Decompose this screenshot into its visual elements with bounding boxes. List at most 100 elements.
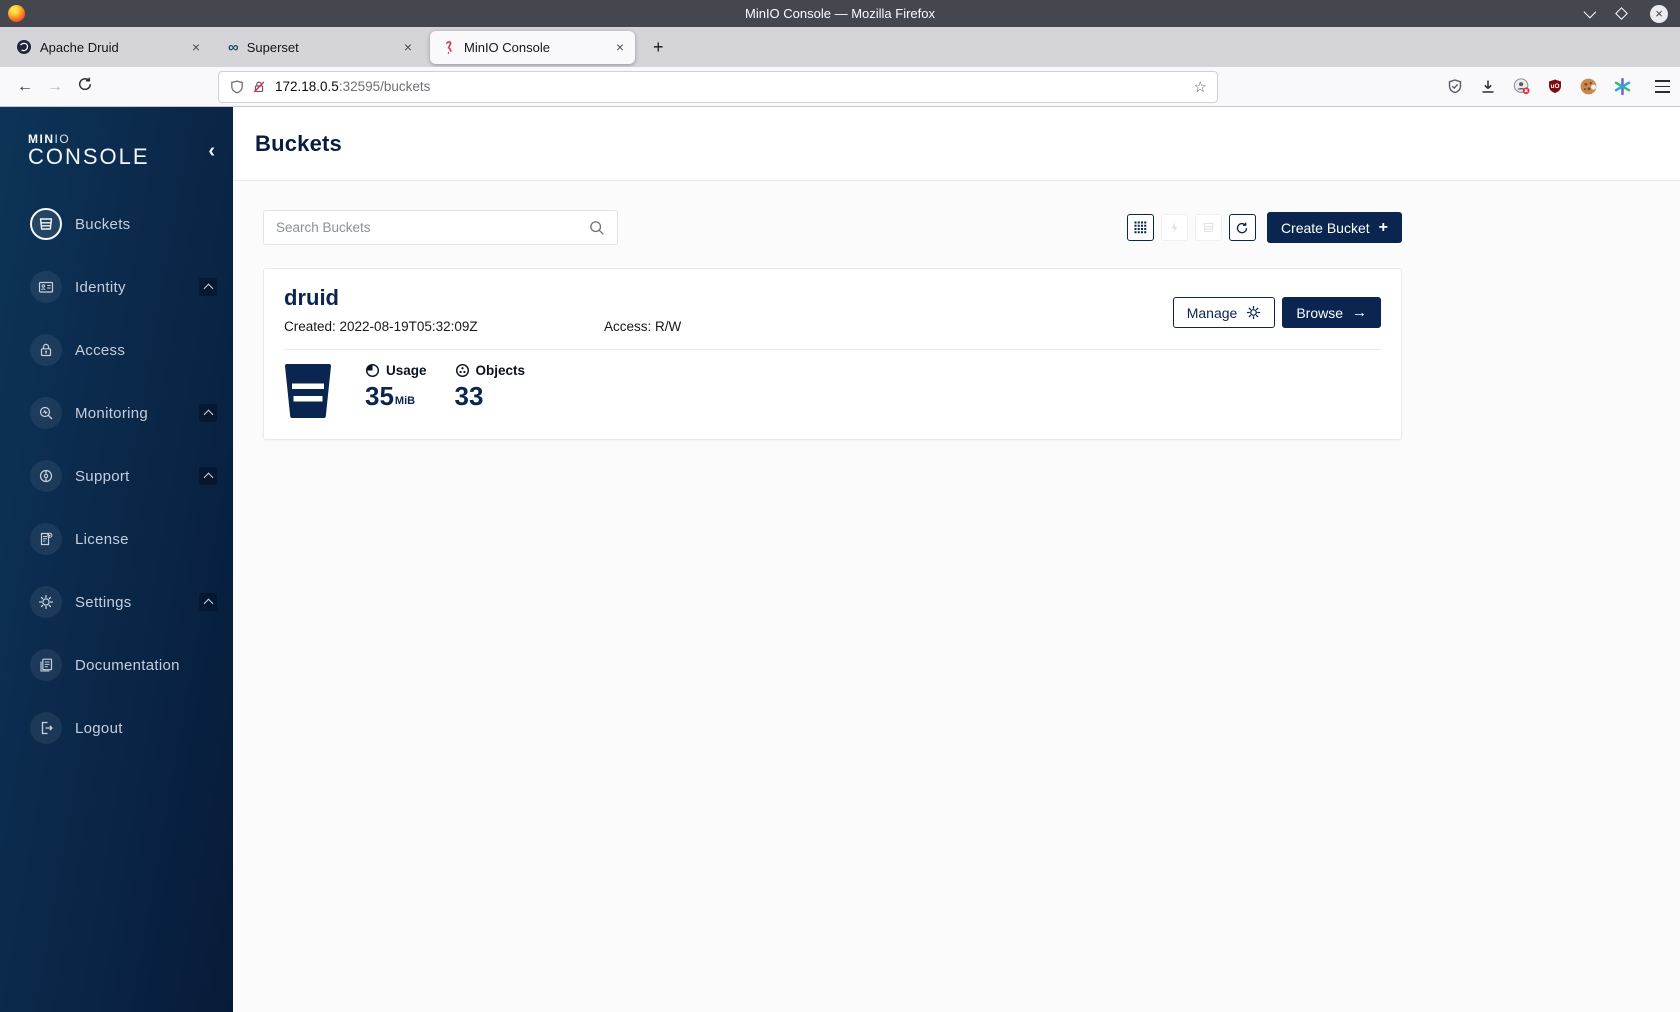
plus-icon: + [1378, 218, 1388, 236]
sidebar-item-license[interactable]: License [0, 516, 233, 562]
create-bucket-button[interactable]: Create Bucket + [1266, 212, 1402, 243]
refresh-icon [1237, 222, 1248, 233]
sidebar-item-label: Access [75, 341, 126, 359]
sidebar-item-monitoring[interactable]: Monitoring [0, 390, 233, 436]
druid-icon [17, 40, 31, 54]
sidebar-menu: Buckets Identity Access Monitoring Suppo… [0, 201, 233, 842]
documentation-pages-icon [30, 649, 62, 682]
license-document-icon [30, 523, 62, 556]
arrow-right-icon: → [1352, 304, 1367, 321]
create-bucket-label: Create Bucket [1280, 219, 1370, 236]
browser-navbar: ← → 172.18.0.5 :32595/buckets ☆ uO [0, 67, 1680, 107]
tab-label: MinIO Console [464, 39, 550, 55]
gear-icon [1247, 305, 1261, 320]
sidebar-item-label: Logout [75, 719, 123, 737]
sidebar-item-label: Documentation [75, 656, 180, 674]
sidebar-item-access[interactable]: Access [0, 327, 233, 373]
manage-label: Manage [1186, 304, 1238, 321]
sidebar-item-support[interactable]: Support [0, 453, 233, 499]
usage-metric: Usage 35 MiB [365, 363, 427, 409]
flamingo-icon [445, 41, 452, 55]
sidebar-item-label: Identity [75, 278, 126, 296]
tab-label: Superset [246, 39, 299, 55]
objects-metric: Objects 33 [455, 363, 526, 409]
window-maximize-icon[interactable] [1615, 7, 1628, 20]
usage-label: Usage [386, 363, 427, 378]
usage-unit: MiB [394, 395, 416, 407]
page-content: Create Bucket + druid Created: 2022-08-1… [233, 181, 1680, 440]
bucket-access: Access: R/W [604, 319, 682, 334]
back-button[interactable]: ← [10, 78, 40, 96]
downloads-icon[interactable] [1479, 78, 1497, 96]
sidebar-item-label: Buckets [75, 215, 131, 233]
tab-minio-console[interactable]: MinIO Console × [430, 30, 635, 64]
tab-close-icon[interactable]: × [189, 39, 203, 55]
buckets-toolbar: Create Bucket + [263, 210, 1402, 245]
browse-button[interactable]: Browse → [1282, 297, 1381, 328]
usage-value: 35 [365, 381, 394, 411]
sidebar-item-settings[interactable]: Settings [0, 579, 233, 625]
main-area: Buckets Search Buckets Create Bucket + d… [233, 107, 1680, 1012]
url-host: 172.18.0.5 [275, 79, 339, 94]
bucket-created: Created: 2022-08-19T05:32:09Z [284, 319, 478, 334]
sidebar-item-logout[interactable]: Logout [0, 705, 233, 751]
sidebar-collapse-icon[interactable]: ‹ [208, 141, 215, 161]
window-minimize-icon[interactable] [1583, 5, 1597, 19]
bookmark-star-icon[interactable]: ☆ [1194, 78, 1207, 96]
usage-pie-icon [365, 363, 380, 378]
sidebar: MINIO CONSOLE ‹ Buckets Identity Access … [0, 107, 233, 1012]
lock-icon [30, 334, 62, 367]
manage-button[interactable]: Manage [1172, 297, 1276, 328]
new-tab-button[interactable]: + [645, 35, 672, 60]
chevron-up-icon[interactable] [199, 278, 217, 297]
window-close-button[interactable]: × [1650, 4, 1668, 23]
bulk-select-button [1160, 214, 1188, 241]
sidebar-item-label: Settings [75, 593, 132, 611]
objects-label: Objects [475, 363, 526, 378]
card-divider [284, 349, 1381, 350]
window-title: MinIO Console — Mozilla Firefox [745, 6, 935, 21]
sidebar-item-buckets[interactable]: Buckets [0, 201, 233, 247]
colorful-asterisk-extension-icon[interactable] [1613, 77, 1632, 96]
identity-card-icon [30, 271, 62, 304]
search-input[interactable] [276, 220, 589, 235]
page-title: Buckets [255, 130, 342, 156]
sidebar-item-label: Monitoring [75, 404, 149, 422]
logout-icon [30, 712, 62, 745]
menu-hamburger-icon[interactable] [1655, 80, 1670, 93]
sidebar-item-identity[interactable]: Identity [0, 264, 233, 310]
bucket-icon [30, 208, 62, 241]
bucket-delete-icon [1203, 222, 1214, 233]
url-bar[interactable]: 172.18.0.5 :32595/buckets ☆ [218, 70, 1218, 103]
shield-check-icon[interactable] [1446, 78, 1464, 96]
chevron-up-icon[interactable] [199, 404, 217, 423]
page-header: Buckets [233, 107, 1680, 181]
tab-close-icon[interactable]: × [613, 39, 627, 55]
reload-icon [78, 77, 92, 91]
browse-label: Browse [1296, 304, 1343, 321]
bucket-large-icon [285, 364, 331, 418]
extension-disabled-icon[interactable] [1512, 77, 1531, 96]
sidebar-item-documentation[interactable]: Documentation [0, 642, 233, 688]
tab-superset[interactable]: ∞ Superset × [218, 31, 423, 64]
url-path: :32595/buckets [338, 79, 431, 94]
grid-view-button[interactable] [1126, 214, 1154, 241]
browser-tabstrip: Apache Druid × ∞ Superset × MinIO Consol… [0, 27, 1680, 67]
chevron-up-icon[interactable] [199, 593, 217, 612]
search-icon [590, 220, 604, 235]
bucket-name[interactable]: druid [284, 285, 681, 311]
window-titlebar: MinIO Console — Mozilla Firefox × [0, 0, 1680, 27]
screen: MinIO Console — Mozilla Firefox × Apache… [0, 0, 1680, 1012]
cookie-extension-icon[interactable] [1579, 77, 1598, 96]
search-box[interactable] [263, 210, 618, 245]
tab-apache-druid[interactable]: Apache Druid × [6, 31, 211, 64]
chevron-up-icon[interactable] [199, 467, 217, 486]
refresh-button[interactable] [1228, 214, 1256, 241]
bucket-card: druid Created: 2022-08-19T05:32:09Z Acce… [263, 268, 1402, 440]
reload-button[interactable] [70, 76, 100, 97]
svg-text:uO: uO [1550, 83, 1559, 90]
forward-button[interactable]: → [40, 78, 70, 96]
tab-close-icon[interactable]: × [401, 39, 415, 55]
window-close-icon: × [1655, 6, 1663, 21]
ublock-origin-icon[interactable]: uO [1546, 78, 1564, 96]
